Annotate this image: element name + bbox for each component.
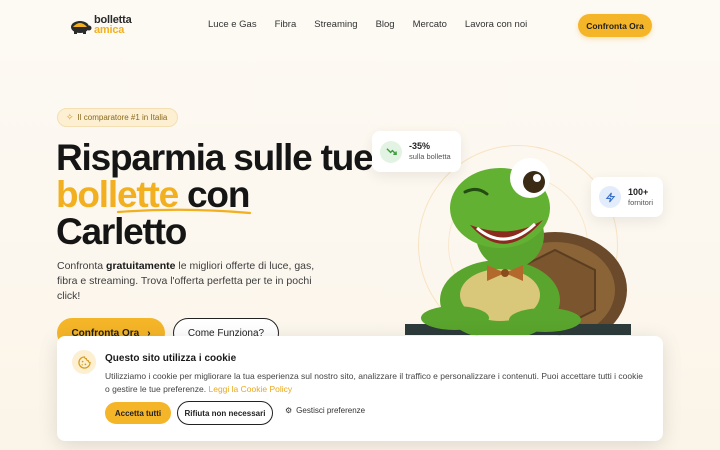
stat-savings-value: -35% <box>409 141 431 151</box>
accent-underline <box>116 208 252 215</box>
hero-badge-label: Il comparatore #1 in Italia <box>77 113 168 122</box>
nav-luce-gas[interactable]: Luce e Gas <box>208 19 257 30</box>
cookie-banner: Questo sito utilizza i cookie Utilizziam… <box>57 336 663 441</box>
main-nav: Luce e Gas Fibra Streaming Blog Mercato … <box>208 19 545 30</box>
logo-line2: amica <box>94 24 125 36</box>
stat-providers-value: 100+ <box>628 186 649 197</box>
nav-lavora-con-noi[interactable]: Lavora con noi <box>465 19 527 30</box>
stat-providers-text: 100+ fornitori <box>628 187 653 208</box>
manage-preferences-button[interactable]: ⚙ Gestisci preferenze <box>285 406 365 415</box>
reject-non-necessary-button[interactable]: Rifiuta non necessari <box>177 401 273 425</box>
trend-down-icon <box>380 140 402 163</box>
stat-savings-label: sulla bolletta <box>409 152 451 161</box>
nav-blog[interactable]: Blog <box>376 19 395 30</box>
header-cta-button[interactable]: Confronta Ora <box>578 14 652 37</box>
cookie-title: Questo sito utilizza i cookie <box>105 353 237 364</box>
cookie-text: Utilizziamo i cookie per migliorare la t… <box>105 370 650 395</box>
turtle-logo-icon <box>71 21 92 34</box>
hero-badge: ✧ Il comparatore #1 in Italia <box>57 108 179 127</box>
logo[interactable]: bolletta amica <box>68 14 140 38</box>
stat-savings-text: -35% sulla bolletta <box>409 141 451 162</box>
stat-card-savings: -35% sulla bolletta <box>372 131 461 172</box>
stat-card-providers: 100+ fornitori <box>591 177 663 217</box>
hero-sub-start: Confronta <box>57 260 107 272</box>
accept-all-button[interactable]: Accetta tutti <box>105 402 171 424</box>
gear-icon: ⚙ <box>285 406 293 415</box>
nav-mercato[interactable]: Mercato <box>413 19 447 30</box>
logo-text: bolletta amica <box>94 15 132 36</box>
manage-preferences-label: Gestisci preferenze <box>296 406 366 415</box>
cookie-description: Utilizziamo i cookie per migliorare la t… <box>105 371 643 394</box>
hero-title: Risparmia sulle tue bollette con Carlett… <box>56 139 376 250</box>
cookie-icon <box>72 350 96 374</box>
stat-providers-label: fornitori <box>628 197 654 207</box>
cookie-policy-link[interactable]: Leggi la Cookie Policy <box>208 384 292 394</box>
nav-fibra[interactable]: Fibra <box>275 19 297 30</box>
lightning-icon <box>599 186 621 208</box>
hero-title-start: Risparmia sulle tue <box>56 137 374 178</box>
site-header: bolletta amica Luce e Gas Fibra Streamin… <box>0 0 720 50</box>
hero-sub-bold: gratuitamente <box>106 260 176 272</box>
sparkle-icon: ✧ <box>66 112 74 122</box>
nav-streaming[interactable]: Streaming <box>314 19 357 30</box>
hero-subtitle: Confronta gratuitamente le migliori offe… <box>57 259 322 304</box>
